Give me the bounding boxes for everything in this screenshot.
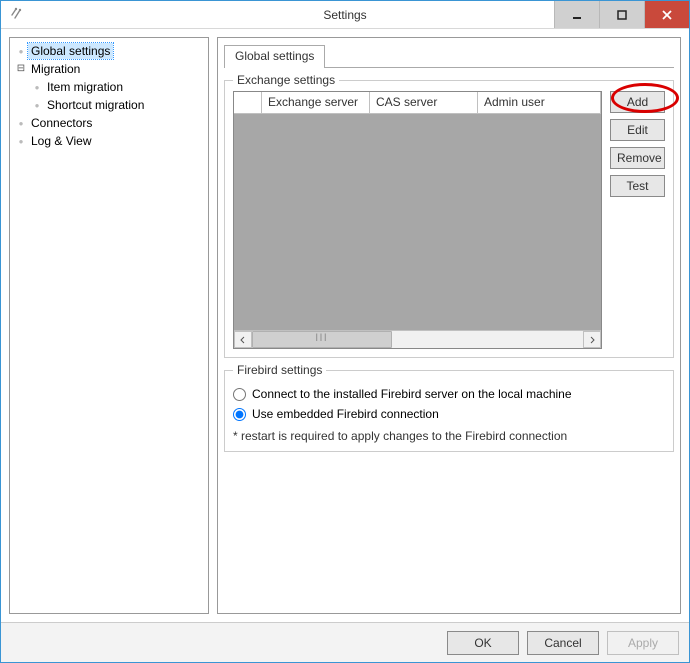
tree-item-shortcut-migration[interactable]: ● Shortcut migration [12,96,206,114]
grid-header: Exchange server CAS server Admin user [234,92,601,114]
close-button[interactable] [644,1,689,28]
firebird-option-embedded[interactable]: Use embedded Firebird connection [233,407,665,421]
exchange-button-column: Add Edit Remove Test [610,91,665,349]
column-header-server[interactable]: Exchange server [262,92,370,113]
remove-button[interactable]: Remove [610,147,665,169]
minimize-button[interactable] [554,1,599,28]
restart-note: * restart is required to apply changes t… [233,429,665,443]
group-title: Exchange settings [233,73,339,87]
chevron-right-icon [588,336,596,344]
tree-label: Connectors [28,115,95,131]
test-button[interactable]: Test [610,175,665,197]
scroll-left-button[interactable] [234,331,252,348]
dialog-body: ● Global settings ⊟ Migration ● Item mig… [1,29,689,622]
app-icon [7,5,25,23]
add-button[interactable]: Add [610,91,665,113]
scroll-right-button[interactable] [583,331,601,348]
content-panel: Global settings Exchange settings Exchan… [217,37,681,614]
ok-button[interactable]: OK [447,631,519,655]
scroll-thumb[interactable]: lll [252,331,392,348]
dialog-footer: OK Cancel Apply [1,622,689,662]
chevron-left-icon [239,336,247,344]
radio-label: Connect to the installed Firebird server… [252,387,572,401]
bullet-icon: ● [30,101,44,110]
tree-label: Item migration [44,79,126,95]
window-controls [554,1,689,28]
bullet-icon: ● [14,137,28,146]
tab-global-settings[interactable]: Global settings [224,45,325,68]
tree-item-connectors[interactable]: ● Connectors [12,114,206,132]
firebird-settings-group: Firebird settings Connect to the install… [224,370,674,452]
edit-button[interactable]: Edit [610,119,665,141]
minimize-icon [571,9,583,21]
radio-label: Use embedded Firebird connection [252,407,439,421]
tree-item-item-migration[interactable]: ● Item migration [12,78,206,96]
group-title: Firebird settings [233,363,326,377]
grid-body[interactable] [234,114,601,330]
tab-strip: Global settings [224,44,674,68]
radio-installed[interactable] [233,388,246,401]
column-header-cas[interactable]: CAS server [370,92,478,113]
tree-label: Shortcut migration [44,97,147,113]
settings-window: Settings ● Global settings ⊟ Migration [0,0,690,663]
horizontal-scrollbar[interactable]: lll [234,330,601,348]
tree-label: Migration [28,61,83,77]
column-header-admin[interactable]: Admin user [478,92,601,113]
tree-label: Log & View [28,133,95,149]
collapse-icon[interactable]: ⊟ [14,64,28,74]
title-bar: Settings [1,1,689,29]
scroll-track[interactable]: lll [252,331,583,348]
tree-label: Global settings [28,43,113,59]
radio-embedded[interactable] [233,408,246,421]
firebird-option-installed[interactable]: Connect to the installed Firebird server… [233,387,665,401]
window-title: Settings [323,1,366,29]
exchange-servers-grid[interactable]: Exchange server CAS server Admin user [233,91,602,349]
bullet-icon: ● [30,83,44,92]
tree-item-migration[interactable]: ⊟ Migration [12,60,206,78]
cancel-button[interactable]: Cancel [527,631,599,655]
apply-button: Apply [607,631,679,655]
column-header-select[interactable] [234,92,262,113]
bullet-icon: ● [14,119,28,128]
maximize-button[interactable] [599,1,644,28]
close-icon [661,9,673,21]
exchange-settings-group: Exchange settings Exchange server CAS se… [224,80,674,358]
tree-item-log-view[interactable]: ● Log & View [12,132,206,150]
nav-tree[interactable]: ● Global settings ⊟ Migration ● Item mig… [9,37,209,614]
bullet-icon: ● [14,47,28,56]
tree-item-global[interactable]: ● Global settings [12,42,206,60]
maximize-icon [616,9,628,21]
scroll-grip-icon: lll [253,332,391,346]
